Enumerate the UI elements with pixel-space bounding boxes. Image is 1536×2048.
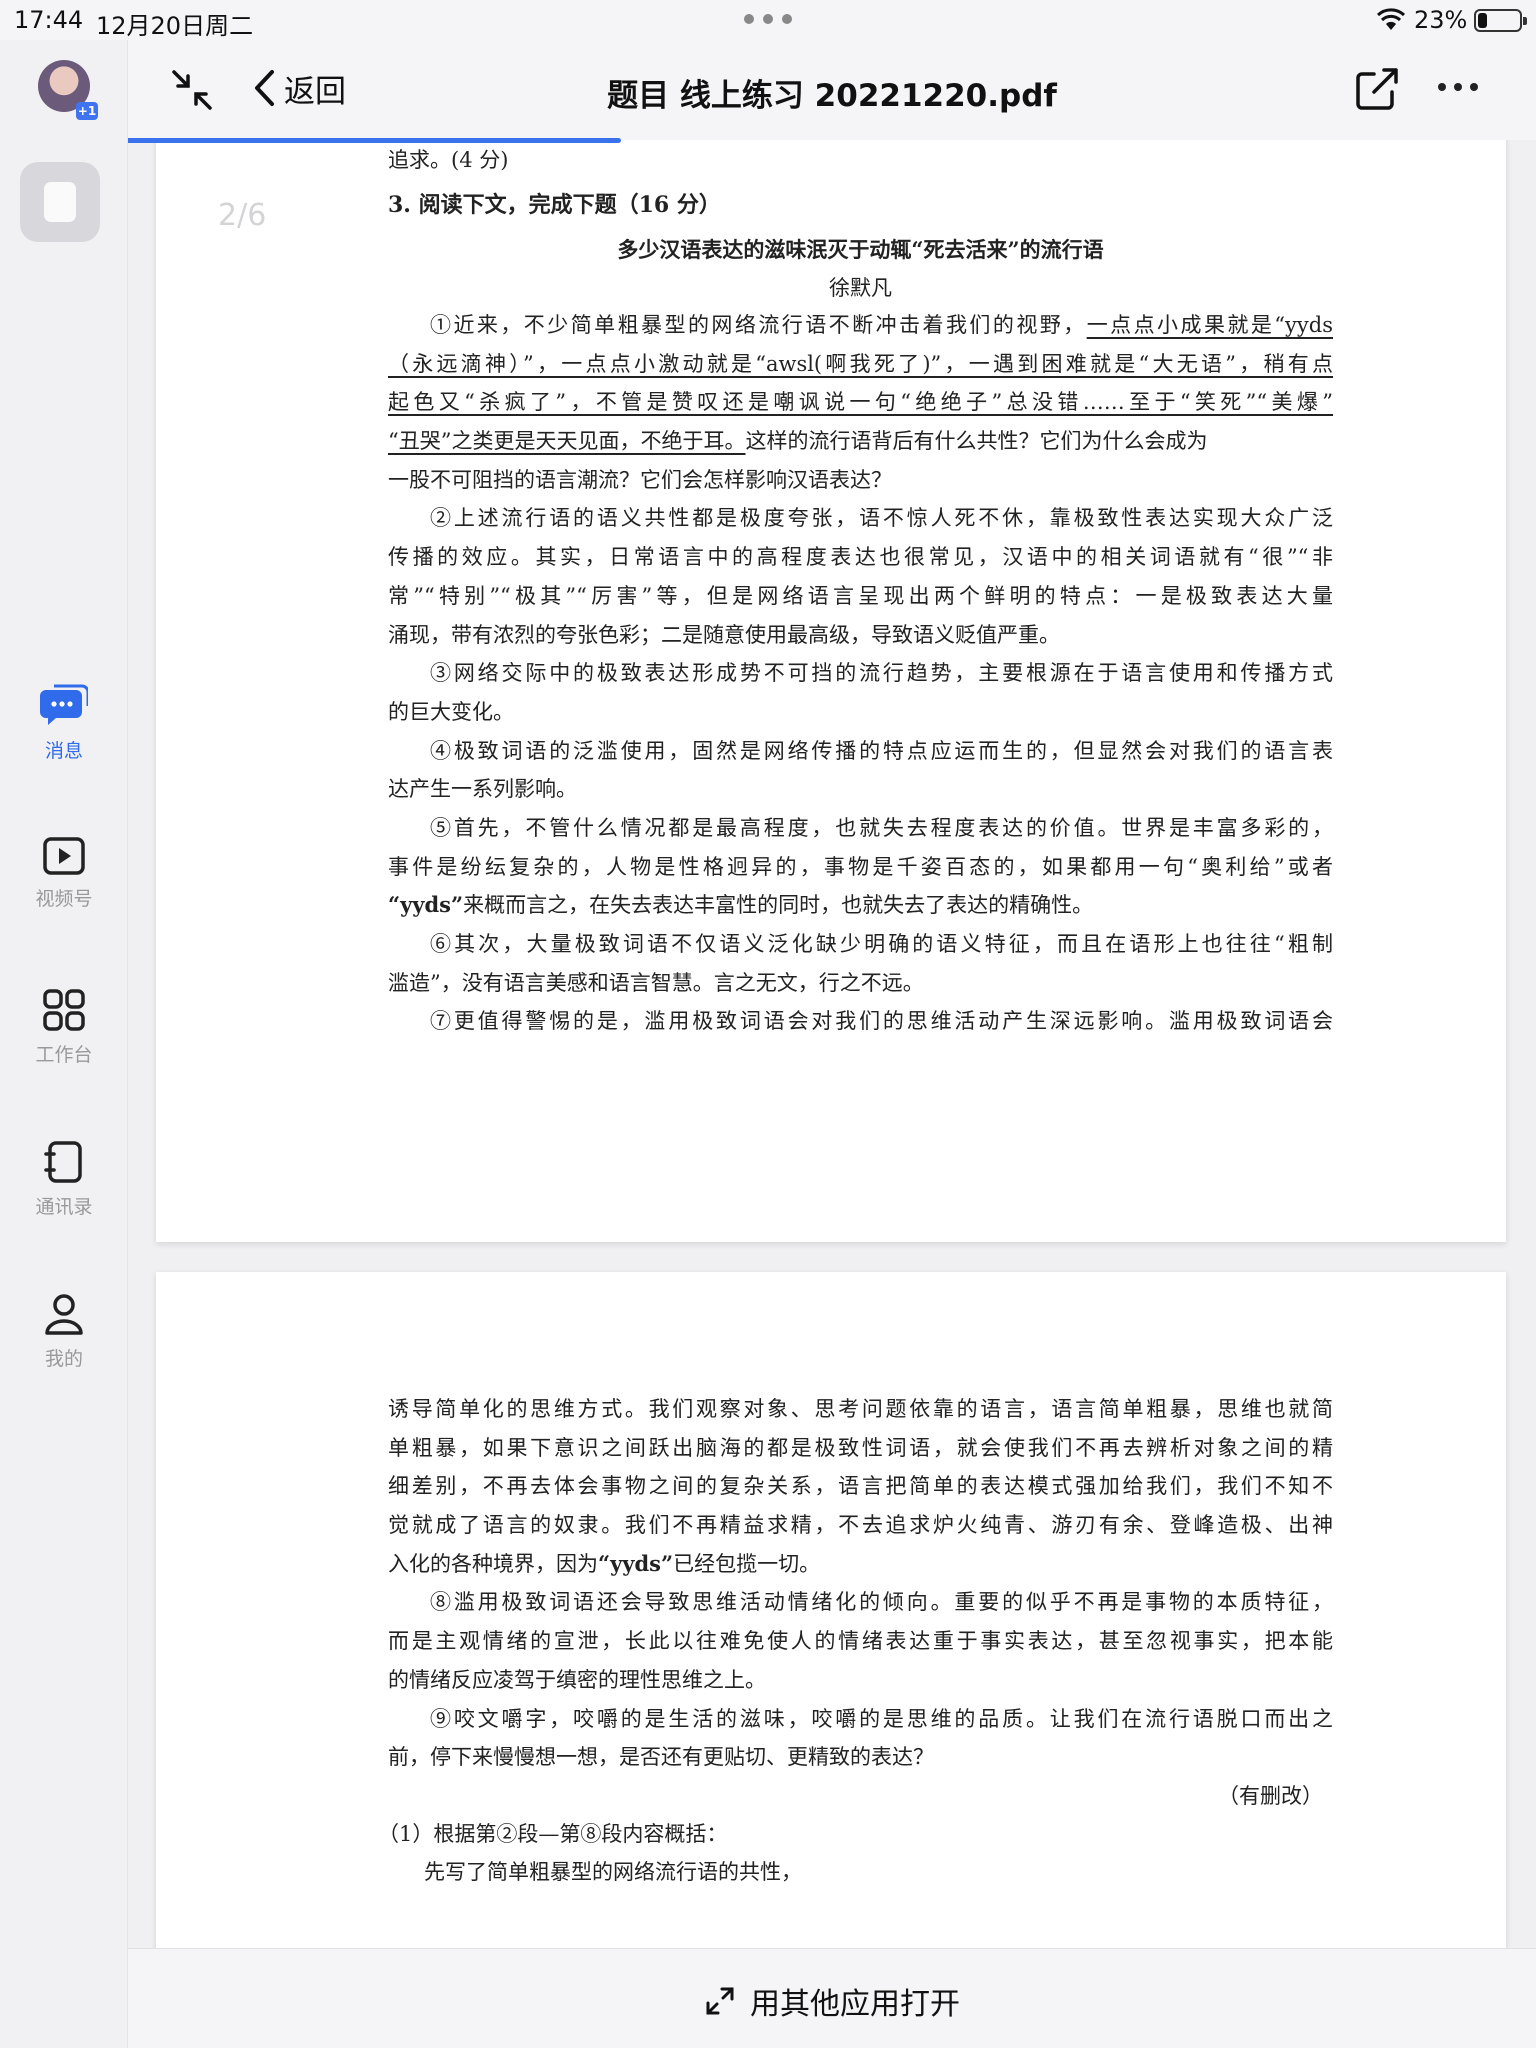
- text-line: 传播的效应。其实，日常语言中的高程度表达也很常见，汉语中的相关词语就有“很”“非: [388, 545, 1333, 570]
- text-line: ⑨咬文嚼字，咬嚼的是生活的滋味，咬嚼的是思维的品质。让我们在流行语脱口而出之: [430, 1706, 1333, 1731]
- paragraph-3: ③网络交际中的极致表达形成势不可挡的流行趋势，主要根源在于语言使用和传播方式 的…: [388, 654, 1333, 731]
- paragraph-2: ②上述流行语的语义共性都是极度夸张，语不惊人死不休，靠极致性表达实现大众广泛 传…: [388, 499, 1333, 654]
- share-external-icon[interactable]: [1354, 66, 1400, 112]
- sidebar-item-label: 工作台: [35, 1044, 93, 1066]
- text-line: 一股不可阻挡的语言潮流？它们会怎样影响汉语表达？: [388, 467, 892, 492]
- multitask-dots-icon[interactable]: [744, 14, 792, 26]
- article-title: 多少汉语表达的滋味泯灭于动辄“死去活来”的流行语: [617, 237, 1104, 262]
- article-author: 徐默凡: [829, 276, 892, 300]
- more-options-icon[interactable]: [1438, 83, 1478, 91]
- open-with-label: 用其他应用打开: [750, 1987, 960, 2022]
- sidebar-item-label: 我的: [44, 1348, 83, 1370]
- open-with-other-app-button[interactable]: 用其他应用打开: [128, 1979, 1536, 2023]
- wifi-icon: [1376, 8, 1406, 30]
- text-line: ⑤首先，不管什么情况都是最高程度，也就失去程度表达的价值。世界是丰富多彩的，: [430, 815, 1333, 840]
- question-heading: 3. 阅读下文，完成下题（16 分）: [388, 192, 721, 218]
- text-line: 的情绪反应凌驾于缜密的理性思维之上。: [388, 1667, 766, 1692]
- text-line: “yyds”来概而言之，在失去表达丰富性的同时，也就失去了表达的精确性。: [388, 892, 1094, 918]
- text-line: ⑥其次，大量极致词语不仅语义泛化缺少明确的语义特征，而且在语形上也往往“粗制: [430, 932, 1333, 956]
- sidebar-item-label: 通讯录: [35, 1196, 93, 1218]
- text-line: 起色又“杀疯了”，不管是赞叹还是嘲讽说一句“绝绝子”总没错……至于“笑死”“美爆…: [388, 390, 1333, 415]
- paragraph-1: ①近来，不少简单粗暴型的网络流行语不断冲击着我们的视野，一点点小成果就是“yyd…: [388, 306, 1333, 499]
- text-line: 觉就成了语言的奴隶。我们不再精益求精，不去追求炉火纯青、游刃有余、登峰造极、出神: [388, 1513, 1333, 1538]
- sidebar-item-me[interactable]: 我的: [0, 1292, 128, 1392]
- paragraph-5: ⑤首先，不管什么情况都是最高程度，也就失去程度表达的价值。世界是丰富多彩的， 事…: [388, 809, 1333, 925]
- text-line: 涌现，带有浓烈的夸张色彩；二是随意使用最高级，导致语义贬值严重。: [388, 622, 1060, 647]
- sub-question-1: （1）根据第②段—第⑧段内容概括：: [378, 1821, 728, 1846]
- video-play-icon: [43, 837, 85, 875]
- paragraph-7-start: ⑦更值得警惕的是，滥用极致词语会对我们的思维活动产生深远影响。滥用极致词语会: [388, 1002, 1333, 1041]
- person-icon: [45, 1294, 83, 1335]
- pdf-page: 追求。(4 分) 3. 阅读下文，完成下题（16 分） 多少汉语表达的滋味泯灭于…: [156, 140, 1506, 1242]
- text-line: ⑧滥用极致词语还会导致思维活动情绪化的倾向。重要的似乎不再是事物的本质特征，: [430, 1590, 1333, 1615]
- grid-apps-icon: [43, 989, 85, 1031]
- pdf-page: 诱导简单化的思维方式。我们观察对象、思考问题依靠的语言，语言简单粗暴，思维也就简…: [156, 1272, 1506, 1948]
- battery-level-fill: [1478, 13, 1487, 28]
- text-line: 单粗暴，如果下意识之间跃出脑海的都是极致性词语，就会使我们不再去辨析对象之间的精: [388, 1435, 1333, 1460]
- pdf-viewer[interactable]: 2/6 追求。(4 分) 3. 阅读下文，完成下题（16 分） 多少汉语表达的滋…: [128, 140, 1536, 1948]
- text-line: ③网络交际中的极致表达形成势不可挡的流行趋势，主要根源在于语言使用和传播方式: [430, 661, 1333, 686]
- sidebar-item-contacts[interactable]: 通讯录: [0, 1140, 128, 1240]
- text-line: 常”“特别”“极其”“厉害”等，但是网络语言呈现出两个鲜明的特点：一是极致表达大…: [388, 583, 1333, 608]
- paragraph-4: ④极致词语的泛滥使用，固然是网络传播的特点应运而生的，但显然会对我们的语言表 达…: [388, 732, 1333, 809]
- expand-icon: [706, 1987, 734, 2015]
- reading-progress-bar: [128, 138, 621, 143]
- sidebar: +1 消息 视频号 工作台 通讯录 我的: [0, 40, 128, 2048]
- edit-note: （有删改）: [1218, 1783, 1323, 1808]
- sidebar-item-label: 消息: [44, 740, 83, 762]
- app-window-tile[interactable]: [20, 162, 100, 242]
- paragraph-9: ⑨咬文嚼字，咬嚼的是生活的滋味，咬嚼的是思维的品质。让我们在流行语脱口而出之 前…: [388, 1700, 1333, 1777]
- text-line: ①近来，不少简单粗暴型的网络流行语不断冲击着我们的视野，一点点小成果就是“yyd…: [430, 313, 1333, 337]
- text-line: 的巨大变化。: [388, 699, 514, 724]
- bottom-bar: 用其他应用打开: [128, 1948, 1536, 2048]
- sidebar-item-label: 视频号: [35, 888, 93, 910]
- text-line: （永远滴神）”，一点点小激动就是“awsl(啊我死了)”，一遇到困难就是“大无语…: [388, 351, 1333, 376]
- text-line: ②上述流行语的语义共性都是极度夸张，语不惊人死不休，靠极致性表达实现大众广泛: [430, 506, 1333, 531]
- sidebar-item-messages[interactable]: 消息: [0, 684, 128, 784]
- paragraph-6: ⑥其次，大量极致词语不仅语义泛化缺少明确的语义特征，而且在语形上也往往“粗制 滥…: [388, 925, 1333, 1002]
- text-line: 达产生一系列影响。: [388, 777, 577, 802]
- text-line: 入化的各种境界，因为“yyds”已经包揽一切。: [388, 1550, 821, 1576]
- paragraph-7-continued: 诱导简单化的思维方式。我们观察对象、思考问题依靠的语言，语言简单粗暴，思维也就简…: [388, 1390, 1333, 1583]
- status-date: 12月20日周二: [96, 12, 254, 40]
- text-line: 事件是纷纭复杂的，人物是性格迥异的，事物是千姿百态的，如果都用一句“奥利给”或者: [388, 854, 1333, 879]
- viewer-header: 返回 题目 线上练习 20221220.pdf: [128, 40, 1536, 140]
- page-indicator: 2/6: [218, 198, 267, 233]
- battery-icon: [1474, 9, 1527, 32]
- chat-bubble-icon: [40, 684, 88, 725]
- sidebar-item-workbench[interactable]: 工作台: [0, 988, 128, 1088]
- text-line: 而是主观情绪的宣泄，长此以往难免使人的情绪表达重于事实表达，甚至忽视事实，把本能: [388, 1629, 1333, 1654]
- text-line: ⑦更值得警惕的是，滥用极致词语会对我们的思维活动产生深远影响。滥用极致词语会: [430, 1009, 1333, 1034]
- sub-question-1-line: 先写了简单粗暴型的网络流行语的共性，: [424, 1859, 802, 1884]
- status-time: 17:44: [14, 6, 84, 34]
- page-content: 追求。(4 分) 3. 阅读下文，完成下题（16 分） 多少汉语表达的滋味泯灭于…: [388, 140, 1333, 1041]
- battery-percent: 23%: [1414, 6, 1468, 34]
- sidebar-item-video[interactable]: 视频号: [0, 836, 128, 936]
- text-line: 诱导简单化的思维方式。我们观察对象、思考问题依靠的语言，语言简单粗暴，思维也就简: [388, 1397, 1333, 1421]
- prev-question-tail: 追求。(4 分): [388, 148, 509, 172]
- avatar-badge: +1: [76, 102, 98, 120]
- status-bar: 17:44 12月20日周二 23%: [0, 0, 1536, 40]
- contacts-book-icon: [44, 1141, 82, 1183]
- text-line: 滥造”，没有语言美感和语言智慧。言之无文，行之不远。: [388, 970, 924, 995]
- page-content: 诱导简单化的思维方式。我们观察对象、思考问题依靠的语言，语言简单粗暴，思维也就简…: [378, 1390, 1333, 1891]
- text-line: 细差别，不再去体会事物之间的复杂关系，语言把简单的表达模式强加给我们，我们不知不: [388, 1474, 1333, 1499]
- document-title: 题目 线上练习 20221220.pdf: [607, 78, 1057, 114]
- text-line: 前，停下来慢慢想一想，是否还有更贴切、更精致的表达？: [388, 1745, 934, 1770]
- paragraph-8: ⑧滥用极致词语还会导致思维活动情绪化的倾向。重要的似乎不再是事物的本质特征， 而…: [388, 1583, 1333, 1699]
- text-line: “丑哭”之类更是天天见面，不绝于耳。这样的流行语背后有什么共性？它们为什么会成为: [388, 429, 1208, 454]
- text-line: ④极致词语的泛滥使用，固然是网络传播的特点应运而生的，但显然会对我们的语言表: [430, 738, 1333, 763]
